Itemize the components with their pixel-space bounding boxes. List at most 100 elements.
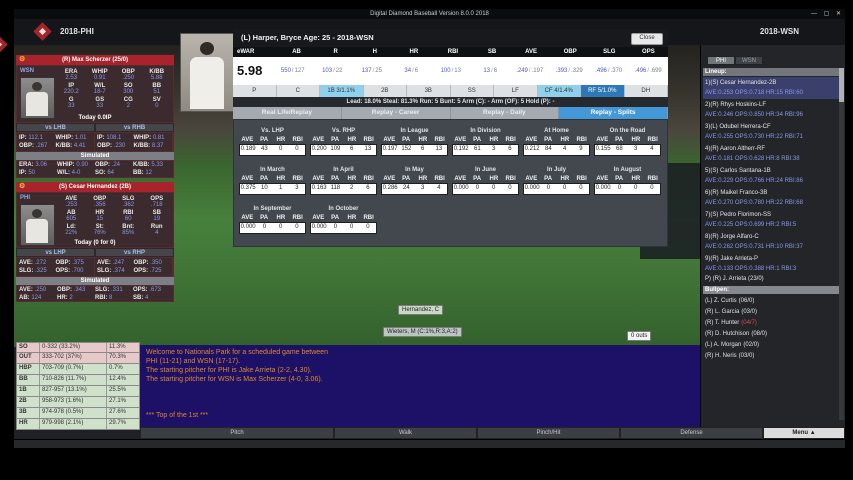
kv: AVE: .272 (19, 259, 56, 267)
lineup-item[interactable]: 7)(S) Pedro Florimon-SS AVE:0.225 OPS:0.… (703, 209, 839, 231)
bullpen-item[interactable]: (L) Z. Curtis(06/0) (703, 296, 839, 307)
popup-tab[interactable]: Replay - Daily (451, 107, 560, 119)
kv: K/BB: 5.33 (133, 161, 171, 169)
split-group: In League AVE PA HR RBI 0.197 152 6 13 (381, 127, 448, 156)
batter-field-label: Hernandez, C (398, 305, 443, 315)
stat-value: 137/25 (352, 57, 392, 85)
baserunning-line: Lead: 18.0% Steal: 81.3% Run: 5 Bunt: 5 … (233, 97, 668, 107)
table-row: HR 979-998 (2.1%) 29.7% (16, 419, 140, 430)
stat-cell: St: 76% (86, 224, 115, 237)
player-photo (180, 33, 235, 112)
bullpen-item[interactable]: (R) H. Neris(03/0) (703, 351, 839, 362)
lineup-item[interactable]: 9)(R) Jake Arrieta-P AVE:0.133 OPS:0.388… (703, 253, 839, 275)
lineup-item[interactable]: 8)(R) Jorge Alfaro-C AVE:0.262 OPS:0.731… (703, 231, 839, 253)
roster-tab[interactable]: WSN (735, 56, 763, 65)
stat-cell: OBP .250 (114, 69, 143, 82)
lineup-item[interactable]: 1)(S) Cesar Hernandez-2B AVE:0.253 OPS:0… (703, 77, 839, 99)
lineup-item[interactable]: 6)(R) Maikel Franco-3B AVE:0.270 OPS:0.7… (703, 187, 839, 209)
lineup-item[interactable]: 3)(L) Odubel Herrera-CF AVE:0.255 OPS:0.… (703, 121, 839, 143)
stat-value: 34/6 (392, 57, 432, 85)
position-cell: RF 5/1.0% (581, 85, 625, 97)
batter-simulated-values: AVE: .250OBP: .343SLG: .331OPS: .673AB: … (16, 285, 174, 302)
kv: WHIP: 0.81 (134, 134, 171, 142)
stat-value: 550/127 (273, 57, 313, 85)
kv: SLG: .331 (95, 286, 133, 294)
bullpen-item[interactable]: (L) A. Morgan(02/0) (703, 340, 839, 351)
minimize-icon[interactable]: — (811, 11, 817, 17)
table-row: SO 0-332 (33.2%) 11.3% (16, 342, 140, 353)
pitcher-card-body: WSN ERA 2.53 WHIP 0.91 OBP .250 K/BB 5.8… (16, 65, 174, 123)
kv: IP: 112.1 (19, 134, 56, 142)
pitcher-simulated-values: ERA: 3.06WHIP: 0.90OBP: .24K/BB: 5.33IP:… (16, 160, 174, 178)
split-group: In May AVE PA HR RBI 0.286 24 3 4 (381, 166, 448, 195)
command-button[interactable]: Menu ▲ (763, 427, 845, 439)
kv: BB: 12 (133, 169, 171, 177)
close-button[interactable]: Close (631, 33, 663, 45)
splits-row-3: In September AVE PA HR RBI 0.000 0 0 0 I… (239, 205, 377, 234)
kv: IP: 108.1 (97, 134, 134, 142)
bullpen-item[interactable]: (R) T. Hunter(04/7) (703, 318, 839, 329)
roster-scrollbar[interactable] (839, 68, 844, 420)
table-row: 3B 974-978 (0.5%) 27.6% (16, 408, 140, 419)
position-cell: 2B (364, 85, 408, 97)
stat-cell: OPS .718 (143, 196, 172, 209)
gear-icon[interactable]: ⚙ (19, 55, 25, 65)
popup-tab[interactable]: Replay - Splits (559, 107, 668, 119)
away-team-label: 2018-WSN (760, 19, 799, 45)
split-group: In July AVE PA HR RBI 0.000 0 0 0 (523, 166, 590, 195)
tab-vs-lhp[interactable]: vs LHP (16, 248, 95, 257)
popup-tab[interactable]: Real Life/Replay (233, 107, 342, 119)
kv: OBP: .343 (57, 286, 95, 294)
batter-card-header: ⚙ (S) Cesar Hernandez (2B) (16, 182, 174, 192)
kv: OPS: .700 (56, 267, 93, 275)
stat-column-label: SLG (590, 47, 629, 57)
stat-cell: ERA 2.53 (57, 69, 86, 82)
popup-tab[interactable]: Replay - Career (342, 107, 451, 119)
position-cell: P (233, 85, 277, 97)
command-bar: PitchWalkPinch/HitDefenseMenu ▲ (140, 427, 845, 439)
split-group: On the Road AVE PA HR RBI 0.155 68 3 4 (594, 127, 661, 156)
stat-cell: SB 19 (143, 210, 172, 223)
gear-icon[interactable]: ⚙ (19, 182, 25, 192)
ddb-logo-left (33, 22, 51, 40)
batter-splits: AVE: .272OBP: .375SLG: .325OPS: .700 AVE… (16, 257, 174, 277)
kv: AVE: .247 (97, 259, 134, 267)
position-cell: C (277, 85, 321, 97)
stat-cell: IP 220.2 (57, 83, 86, 96)
split-group: In March AVE PA HR RBI 0.375 10 1 3 (239, 166, 306, 195)
bullpen-item[interactable]: (R) L. Garcia(03/0) (703, 307, 839, 318)
close-window-icon[interactable]: ✕ (836, 11, 841, 17)
player-popup-titlebar: (L) Harper, Bryce Age: 25 - 2018-WSN Clo… (233, 29, 668, 47)
tab-vs-lhb[interactable]: vs LHB (16, 123, 95, 132)
kv: WHIP: 0.90 (57, 161, 95, 169)
roster-tab[interactable]: PHI (707, 56, 735, 65)
lineup-item[interactable]: 2)(R) Rhys Hoskins-LF AVE:0.246 OPS:0.85… (703, 99, 839, 121)
batter-card-body: PHI AVE .253 OBP .356 SLG .362 OPS .718 … (16, 192, 174, 248)
bullpen-header: Bullpen: (703, 286, 839, 294)
tab-vs-rhp[interactable]: vs RHP (95, 248, 174, 257)
command-button[interactable]: Walk (334, 427, 477, 439)
position-cell: 3B (407, 85, 451, 97)
stat-cell: Ld: 22% (57, 224, 86, 237)
stat-cell: SLG .362 (114, 196, 143, 209)
tab-vs-rhb[interactable]: vs RHB (95, 123, 174, 132)
command-button[interactable]: Pitch (140, 427, 334, 439)
player-stats-header: eWAR ABRHHRRBISBAVEOBPSLGOPS (233, 47, 668, 57)
kv: SO: 64 (95, 169, 133, 177)
lineup-item[interactable]: 5)(S) Carlos Santana-1B AVE:0.229 OPS:0.… (703, 165, 839, 187)
split-group: Vs. LHP AVE PA HR RBI 0.189 43 0 0 (239, 127, 306, 156)
roster-panel: PHIWSN Lineup: 1)(S) Cesar Hernandez-2B … (700, 45, 845, 427)
scrollbar-thumb[interactable] (839, 68, 844, 102)
position-cell: LF (494, 85, 538, 97)
bullpen-list: (L) Z. Curtis(06/0) (R) L. Garcia(03/0) … (703, 296, 839, 362)
command-button[interactable]: Pinch/Hit (477, 427, 620, 439)
stat-cell: K/BB 5.88 (143, 69, 172, 82)
lineup-item[interactable]: 4)(R) Aaron Altherr-RF AVE:0.181 OPS:0.6… (703, 143, 839, 165)
split-group: In October AVE PA HR RBI 0.000 0 0 0 (310, 205, 377, 234)
vs-rhb-values: IP: 108.1WHIP: 0.81OBP: .230K/BB: 8.37 (95, 133, 173, 151)
current-pitcher-line[interactable]: P) (R) J. Arrieta (23/0) (705, 276, 764, 282)
maximize-icon[interactable]: ▢ (824, 11, 830, 17)
player-stats-values: 5.98 550/127 103/22 137/25 34/6 100/13 1… (233, 57, 668, 85)
bullpen-item[interactable]: (R) D. Hutchison(08/0) (703, 329, 839, 340)
command-button[interactable]: Defense (620, 427, 763, 439)
